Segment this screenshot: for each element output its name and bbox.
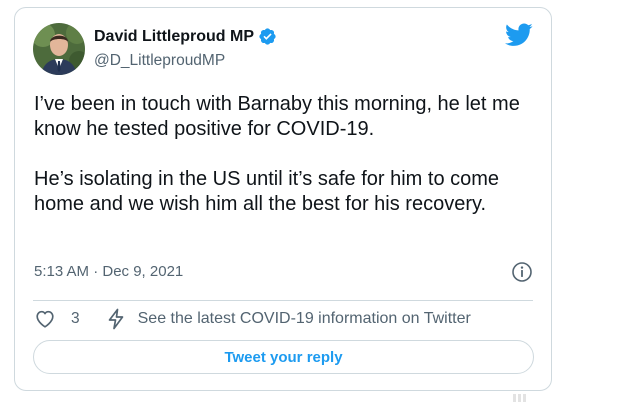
verified-badge-icon <box>258 27 277 46</box>
tweet-card: David Littleproud MP @D_LittleproudMP I’… <box>14 7 552 391</box>
tweet-timestamp[interactable]: 5:13 AM · Dec 9, 2021 <box>34 263 183 280</box>
tweet-paragraph: I’ve been in touch with Barnaby this mor… <box>34 93 520 140</box>
twitter-bird-icon[interactable] <box>504 23 533 47</box>
watermark-mark <box>513 394 533 402</box>
author-handle[interactable]: @D_LittleproudMP <box>94 52 225 70</box>
author-display-name[interactable]: David Littleproud MP <box>94 28 254 46</box>
tweet-actions: 3 See the latest COVID-19 information on… <box>34 307 471 331</box>
heart-icon[interactable] <box>34 308 56 330</box>
tweet-paragraph: He’s isolating in the US until it’s safe… <box>34 168 500 215</box>
covid-info-link[interactable]: See the latest COVID-19 information on T… <box>138 310 471 328</box>
tweet-reply-button[interactable]: Tweet your reply <box>33 340 534 374</box>
info-icon[interactable] <box>511 261 533 283</box>
divider <box>33 300 533 301</box>
tweet-text: I’ve been in touch with Barnaby this mor… <box>34 92 534 217</box>
avatar[interactable] <box>33 23 85 75</box>
like-count: 3 <box>71 310 80 327</box>
lightning-bolt-icon[interactable] <box>106 308 126 330</box>
